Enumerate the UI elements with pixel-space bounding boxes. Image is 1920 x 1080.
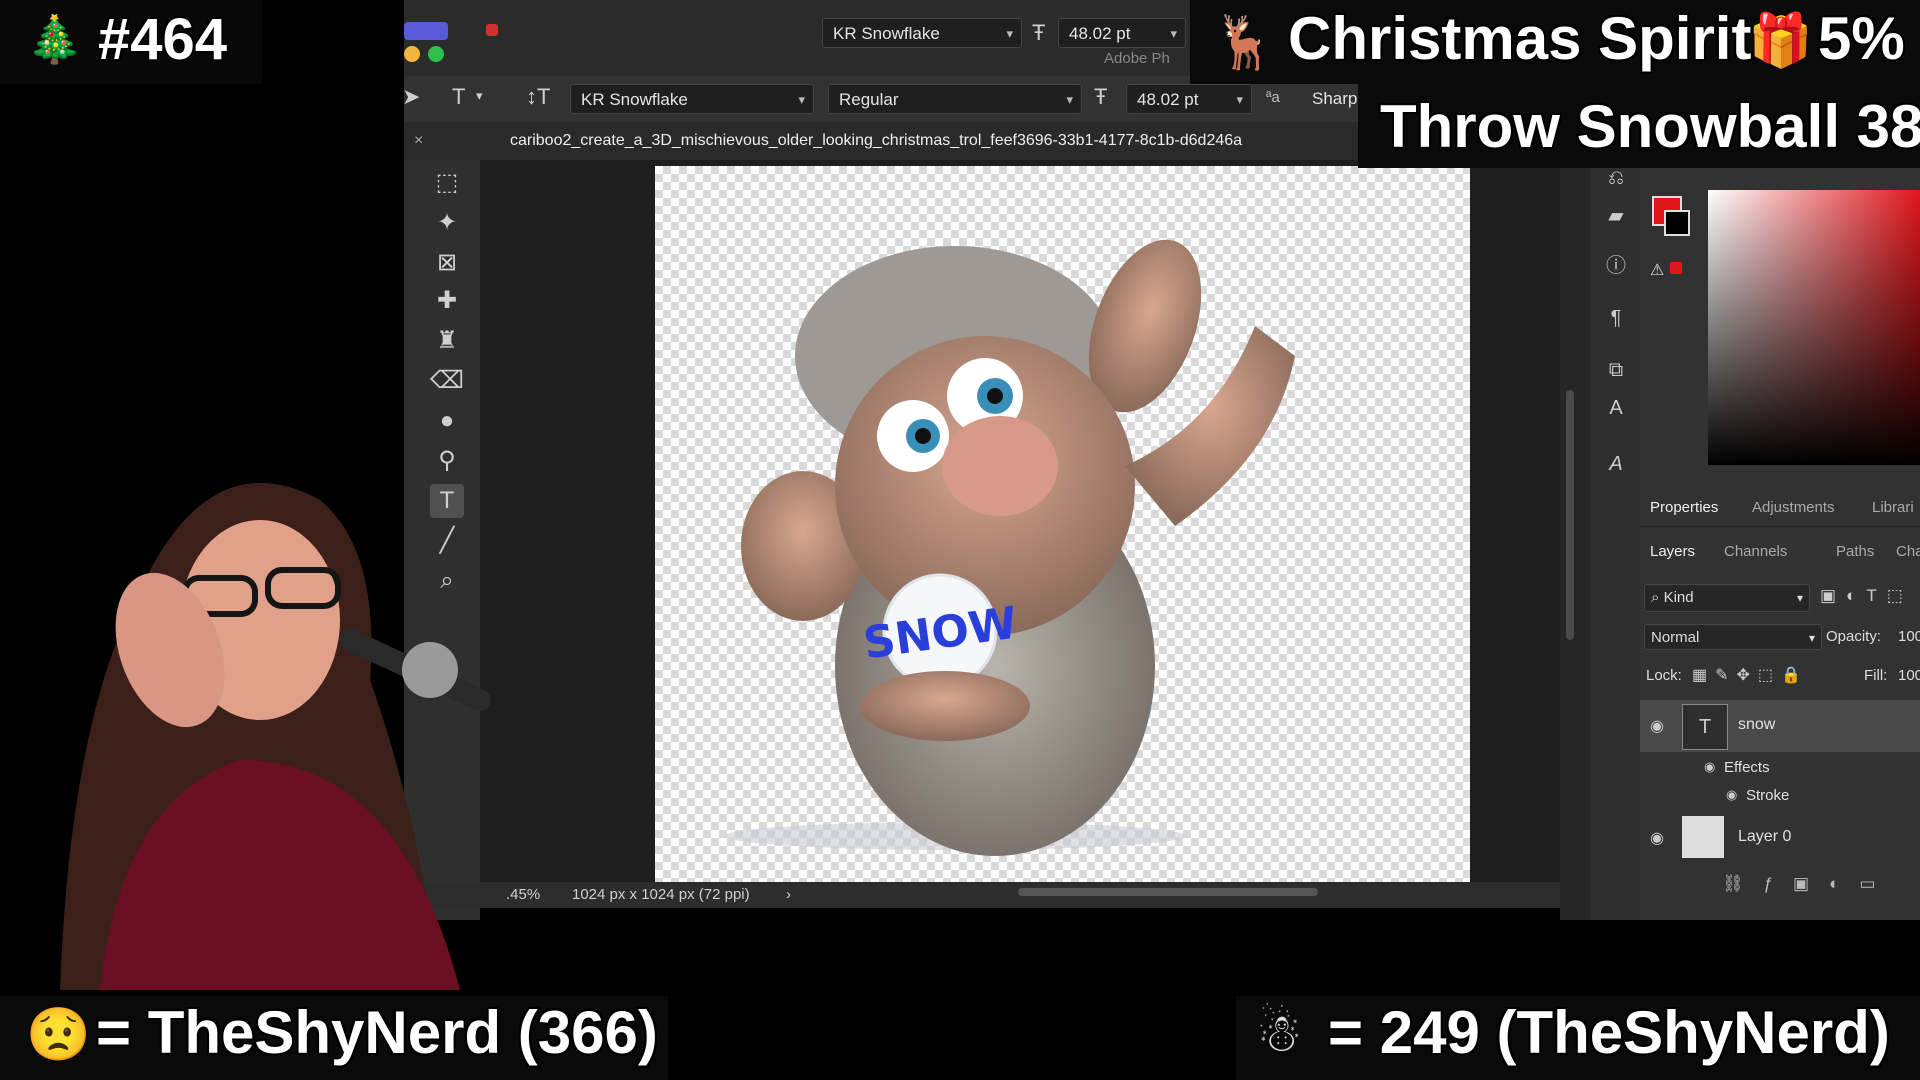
zoom-button[interactable]: [428, 46, 444, 62]
visibility-eye-icon[interactable]: ◉: [1650, 828, 1664, 848]
text-layer-thumb-icon: T: [1682, 704, 1728, 750]
blend-mode-select[interactable]: Normal ▾: [1644, 624, 1822, 650]
layer-filter-select[interactable]: ⌕ Kind ▾: [1644, 584, 1810, 612]
tab-channels[interactable]: Channels: [1724, 543, 1787, 560]
clone-source-icon[interactable]: ⧉: [1604, 358, 1628, 382]
leader-left-banner: 😟 = TheShyNerd (366): [0, 996, 668, 1080]
status-menu-arrow[interactable]: ›: [786, 882, 791, 908]
titlebar-font-field[interactable]: KR Snowflake ▾: [822, 18, 1022, 48]
fill-label: Fill:: [1864, 667, 1888, 684]
layer-panel-actions[interactable]: ⛓ƒ▣◐▭: [1722, 874, 1895, 894]
snowman-icon: ☃: [1256, 1005, 1303, 1063]
tab-adjustments[interactable]: Adjustments: [1752, 499, 1835, 516]
visibility-eye-icon[interactable]: ◉: [1650, 716, 1664, 736]
spirit-banner: 🦌 Christmas Spirit 🎁 5%: [1190, 0, 1920, 84]
horizontal-scrollbar[interactable]: [1018, 888, 1318, 896]
opacity-label: Opacity:: [1826, 628, 1882, 645]
throw-banner: Throw Snowball 38: [1358, 84, 1920, 168]
spirit-label: Christmas Spirit: [1288, 5, 1752, 72]
panel-divider: [1560, 160, 1590, 920]
layer-effects-row[interactable]: ◉ Effects: [1640, 754, 1920, 782]
tab-layers[interactable]: Layers: [1650, 543, 1695, 560]
layer-name[interactable]: snow: [1738, 716, 1775, 734]
right-leader-stat: = 249 (TheShyNerd): [1328, 999, 1890, 1066]
anti-alias-icon: ªa: [1266, 89, 1280, 106]
vertical-scrollbar[interactable]: [1566, 390, 1574, 640]
font-size-select[interactable]: 48.02 pt ▾: [1126, 84, 1252, 114]
background-color-swatch[interactable]: [1664, 210, 1690, 236]
character-styles-icon[interactable]: A: [1604, 396, 1628, 420]
layers-tabs: Layers Channels Paths Char: [1640, 534, 1920, 570]
leader-right-banner: ☃ = 249 (TheShyNerd): [1236, 996, 1920, 1080]
lock-label: Lock:: [1646, 667, 1682, 684]
move-tool-icon[interactable]: ➤: [402, 84, 420, 110]
healing-brush-icon[interactable]: ✚: [430, 284, 464, 318]
tab-character[interactable]: Char: [1896, 543, 1920, 560]
layer-name[interactable]: Layer 0: [1738, 828, 1791, 846]
layer-row-snow[interactable]: ◉ T snow: [1640, 700, 1920, 752]
right-panel: ⚠ Properties Adjustments Librari Layers …: [1640, 160, 1920, 920]
app-title: Adobe Ph: [1104, 50, 1170, 67]
layer-filter-icons[interactable]: ▣◐T⬚: [1820, 586, 1913, 606]
properties-tabs: Properties Adjustments Librari: [1640, 490, 1920, 527]
gift-icon: 🎁: [1748, 12, 1813, 70]
layer-stroke-row[interactable]: ◉ Stroke: [1640, 782, 1920, 810]
font-size-icon: Ŧ: [1032, 20, 1046, 45]
font-size-icon: Ŧ: [1094, 84, 1108, 109]
document-canvas[interactable]: SNOW: [655, 166, 1470, 882]
gamut-color-swatch[interactable]: [1670, 262, 1682, 274]
tab-libraries[interactable]: Librari: [1872, 499, 1914, 516]
marquee-tool-icon[interactable]: ⬚: [430, 166, 464, 200]
close-icon[interactable]: ×: [414, 132, 423, 150]
spirit-percent: 5%: [1818, 5, 1905, 72]
titlebar-size-field[interactable]: 48.02 pt ▾: [1058, 18, 1186, 48]
santa-face-icon: 😟: [26, 1006, 91, 1064]
document-tab-title[interactable]: cariboo2_create_a_3D_mischievous_older_l…: [510, 132, 1242, 150]
magic-wand-icon[interactable]: ✦: [430, 206, 464, 240]
left-leader-stat: = TheShyNerd (366): [96, 999, 658, 1066]
app-badge-icon: [404, 22, 448, 40]
visibility-eye-icon[interactable]: ◉: [1726, 787, 1737, 803]
minimize-button[interactable]: [404, 46, 420, 62]
type-tool-icon[interactable]: T: [452, 84, 465, 110]
font-style-select[interactable]: Regular ▾: [828, 84, 1082, 114]
tab-properties[interactable]: Properties: [1650, 499, 1718, 516]
info-icon[interactable]: ⓘ: [1604, 254, 1628, 278]
troll-artwork: SNOW: [725, 239, 1295, 856]
webcam-streamer: [40, 420, 520, 990]
opacity-value[interactable]: 100: [1898, 628, 1920, 645]
eraser-tool-icon[interactable]: ⌫: [430, 364, 464, 398]
layer-row-layer0[interactable]: ◉ Layer 0: [1640, 812, 1920, 864]
paragraph-icon[interactable]: ¶: [1604, 306, 1628, 330]
throw-snowball-count: Throw Snowball 38: [1380, 93, 1920, 160]
frame-tool-icon[interactable]: ⊠: [430, 246, 464, 280]
panel-icons-column: ⎌ ▰ ⓘ ¶ ⧉ A A: [1590, 160, 1640, 920]
christmas-tree-icon: 🎄: [26, 13, 84, 65]
effects-label: Effects: [1724, 759, 1770, 776]
episode-badge: 🎄 #464: [0, 0, 262, 84]
stroke-label: Stroke: [1746, 787, 1790, 804]
font-family-select[interactable]: KR Snowflake ▾: [570, 84, 814, 114]
reindeer-icon: 🦌: [1212, 14, 1277, 72]
layer-thumbnail: [1682, 816, 1724, 858]
status-bar: .45% 1024 px x 1024 px (72 ppi) ›: [404, 882, 1574, 908]
history-icon[interactable]: ⎌: [1604, 166, 1628, 190]
gamut-warning-icon: ⚠: [1650, 262, 1665, 279]
text-orientation-icon[interactable]: ↕T: [526, 84, 550, 110]
visibility-eye-icon[interactable]: ◉: [1704, 759, 1715, 775]
tab-paths[interactable]: Paths: [1836, 543, 1874, 560]
document-dimensions: 1024 px x 1024 px (72 ppi): [572, 886, 750, 903]
record-icon: [486, 24, 498, 36]
episode-number: #464: [98, 7, 228, 72]
chevron-down-icon[interactable]: ▾: [476, 88, 483, 104]
comments-icon[interactable]: ▰: [1604, 204, 1628, 228]
fill-value[interactable]: 100: [1898, 667, 1920, 684]
stamp-tool-icon[interactable]: ♜: [430, 324, 464, 358]
lock-icons[interactable]: ▦✎✥⬚🔒: [1692, 665, 1809, 685]
color-picker-field[interactable]: [1708, 190, 1920, 465]
search-icon: ⌕: [1651, 589, 1660, 606]
glyphs-icon[interactable]: A: [1604, 452, 1628, 476]
